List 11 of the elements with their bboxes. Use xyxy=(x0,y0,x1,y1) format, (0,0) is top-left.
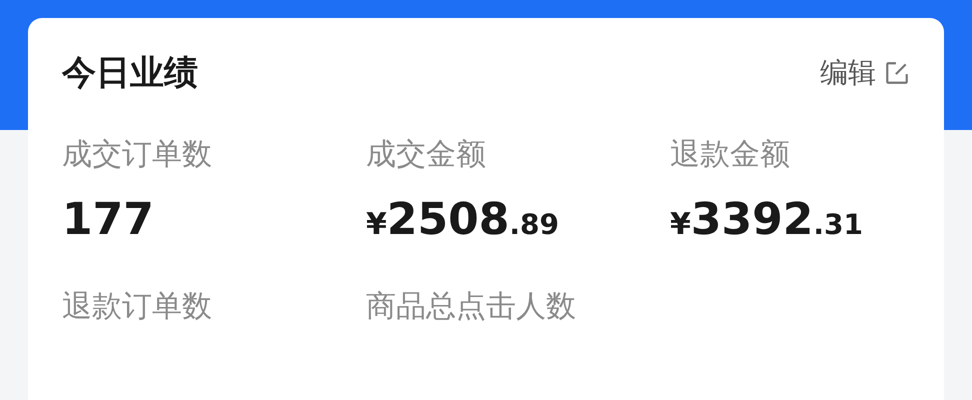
metric-label: 退款金额 xyxy=(670,140,791,170)
metric-label: 退款订单数 xyxy=(62,292,213,322)
metric-label: 商品总点击人数 xyxy=(366,292,577,322)
metric-value: ¥3392.31 xyxy=(670,198,864,242)
card-title: 今日业绩 xyxy=(62,56,198,90)
edit-icon xyxy=(884,60,910,86)
metric-label: 成交订单数 xyxy=(62,140,213,170)
metric-value: 177 xyxy=(62,198,155,242)
edit-button[interactable]: 编辑 xyxy=(820,59,910,87)
metric-value: ¥2508.89 xyxy=(366,198,560,242)
metric-label: 成交金额 xyxy=(366,140,487,170)
